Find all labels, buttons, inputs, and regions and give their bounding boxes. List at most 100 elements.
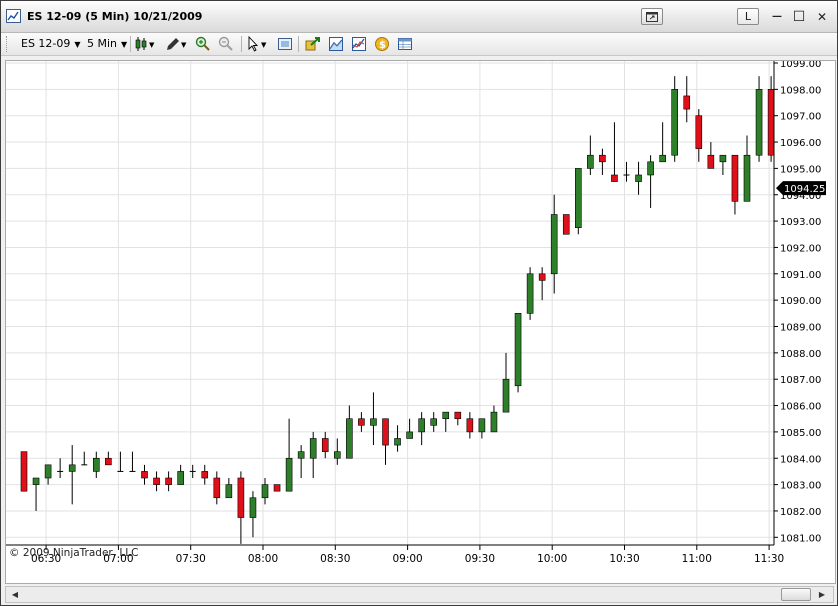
candle-body <box>358 418 365 426</box>
candle <box>647 155 654 208</box>
candlestick-chart[interactable]: 1081.00 1082.00 1083.00 1084.00 1085.00 1086.… <box>6 59 835 583</box>
cursor-mode-button[interactable]: ▼ <box>246 35 270 52</box>
horizontal-scrollbar[interactable]: ◀ ▶ <box>5 586 834 603</box>
candle <box>57 458 64 479</box>
y-tick-label: 1087.00 <box>780 375 821 386</box>
last-price-label: 1094.25 <box>784 184 825 195</box>
candle-body <box>755 89 763 156</box>
line-chart-icon <box>352 37 366 51</box>
candle-body <box>105 457 112 466</box>
popout-button[interactable] <box>641 8 663 25</box>
candle <box>442 411 450 432</box>
candle <box>201 464 209 485</box>
candle-body <box>719 154 727 163</box>
chart-window: ES 12-09 (5 Min) 10/21/2009 L — ☐ ✕ ES 1… <box>0 0 838 606</box>
scroll-thumb[interactable] <box>781 588 811 601</box>
interval-dropdown[interactable]: 5 Min ▼ <box>87 37 127 50</box>
candle-body <box>32 477 40 485</box>
candles <box>20 76 775 544</box>
candle-body <box>249 497 257 518</box>
y-tick-label: 1097.00 <box>780 112 821 123</box>
y-tick-label: 1086.00 <box>780 402 821 413</box>
chart-toolbar: ES 12-09 ▼ 5 Min ▼ ▼ ▼ ▼ $ <box>1 33 837 56</box>
minimize-button[interactable]: — <box>768 8 786 25</box>
candle <box>538 267 546 301</box>
candle <box>454 411 462 426</box>
instrument-dropdown[interactable]: ES 12-09 ▼ <box>21 37 81 50</box>
data-box-icon <box>278 38 292 50</box>
y-tick-label: 1098.00 <box>780 85 821 96</box>
candle-body <box>442 411 450 420</box>
title-bar[interactable]: ES 12-09 (5 Min) 10/21/2009 L — ☐ ✕ <box>1 1 837 33</box>
chart-app-icon <box>6 9 21 23</box>
candle-body <box>550 214 558 275</box>
chart-style-button[interactable]: ▼ <box>135 36 159 52</box>
arrow-right-icon: ▶ <box>818 590 826 599</box>
candle <box>213 471 221 505</box>
y-tick-label: 1092.00 <box>780 243 821 254</box>
scroll-left-button[interactable]: ◀ <box>8 588 22 601</box>
candle-body <box>731 154 739 202</box>
y-tick-label: 1090.00 <box>780 296 821 307</box>
candle-body <box>225 484 233 499</box>
toolbar-separator <box>130 36 131 52</box>
indicator-chart-icon <box>329 37 343 51</box>
candle-body <box>659 154 666 163</box>
candle <box>502 352 510 413</box>
candle <box>105 451 112 466</box>
candlestick-icon: ▼ <box>135 37 155 51</box>
candle-body <box>141 471 148 479</box>
svg-text:▼: ▼ <box>261 41 267 49</box>
candle-body <box>695 115 703 149</box>
close-icon: ✕ <box>816 9 828 24</box>
pencil-icon: ▼ <box>167 38 187 50</box>
candle-body <box>201 471 209 479</box>
toolbar-grip[interactable] <box>6 36 9 52</box>
y-tick-label: 1084.00 <box>780 454 821 465</box>
candle <box>743 135 751 202</box>
candle <box>358 412 365 432</box>
candle <box>309 431 317 479</box>
candle-body <box>599 154 606 163</box>
y-tick-label: 1093.00 <box>780 217 821 228</box>
data-series-button[interactable] <box>397 36 413 52</box>
candle-body <box>538 273 546 281</box>
candle-body <box>273 484 281 492</box>
zoom-out-button[interactable] <box>218 36 234 52</box>
candle <box>526 267 534 320</box>
candle <box>731 154 739 215</box>
candle-body <box>285 457 293 492</box>
properties-button[interactable] <box>351 36 367 52</box>
candle <box>430 412 438 432</box>
candle <box>514 313 522 393</box>
candle <box>321 431 329 459</box>
maximize-button[interactable]: ☐ <box>790 8 808 25</box>
x-tick-label: 08:00 <box>248 553 278 565</box>
candle-body <box>321 438 329 452</box>
candle <box>719 154 727 175</box>
close-button[interactable]: ✕ <box>813 8 831 25</box>
zoom-in-button[interactable] <box>195 36 211 52</box>
candle <box>562 214 570 235</box>
candle-body <box>707 154 715 169</box>
candle <box>225 478 233 499</box>
link-button[interactable]: L <box>737 8 759 25</box>
candle-body <box>587 154 594 169</box>
indicators-button[interactable] <box>328 36 344 52</box>
candle-body <box>743 154 751 202</box>
strategies-button[interactable] <box>305 36 321 52</box>
candle <box>249 491 257 538</box>
candle <box>273 484 281 492</box>
drawing-tool-button[interactable]: ▼ <box>165 36 189 52</box>
data-box-button[interactable] <box>277 36 293 52</box>
chevron-down-icon: ▼ <box>121 40 128 49</box>
candle <box>370 392 377 446</box>
price-chart[interactable]: 1081.00 1082.00 1083.00 1084.00 1085.00 1086.… <box>5 59 836 584</box>
candle-body <box>346 418 353 459</box>
scroll-right-button[interactable]: ▶ <box>815 588 829 601</box>
candle <box>635 161 642 195</box>
market-analyzer-button[interactable]: $ <box>374 36 390 52</box>
x-tick-label: 09:30 <box>465 553 495 565</box>
y-tick-label: 1095.00 <box>780 164 821 175</box>
candle-body <box>502 378 510 413</box>
